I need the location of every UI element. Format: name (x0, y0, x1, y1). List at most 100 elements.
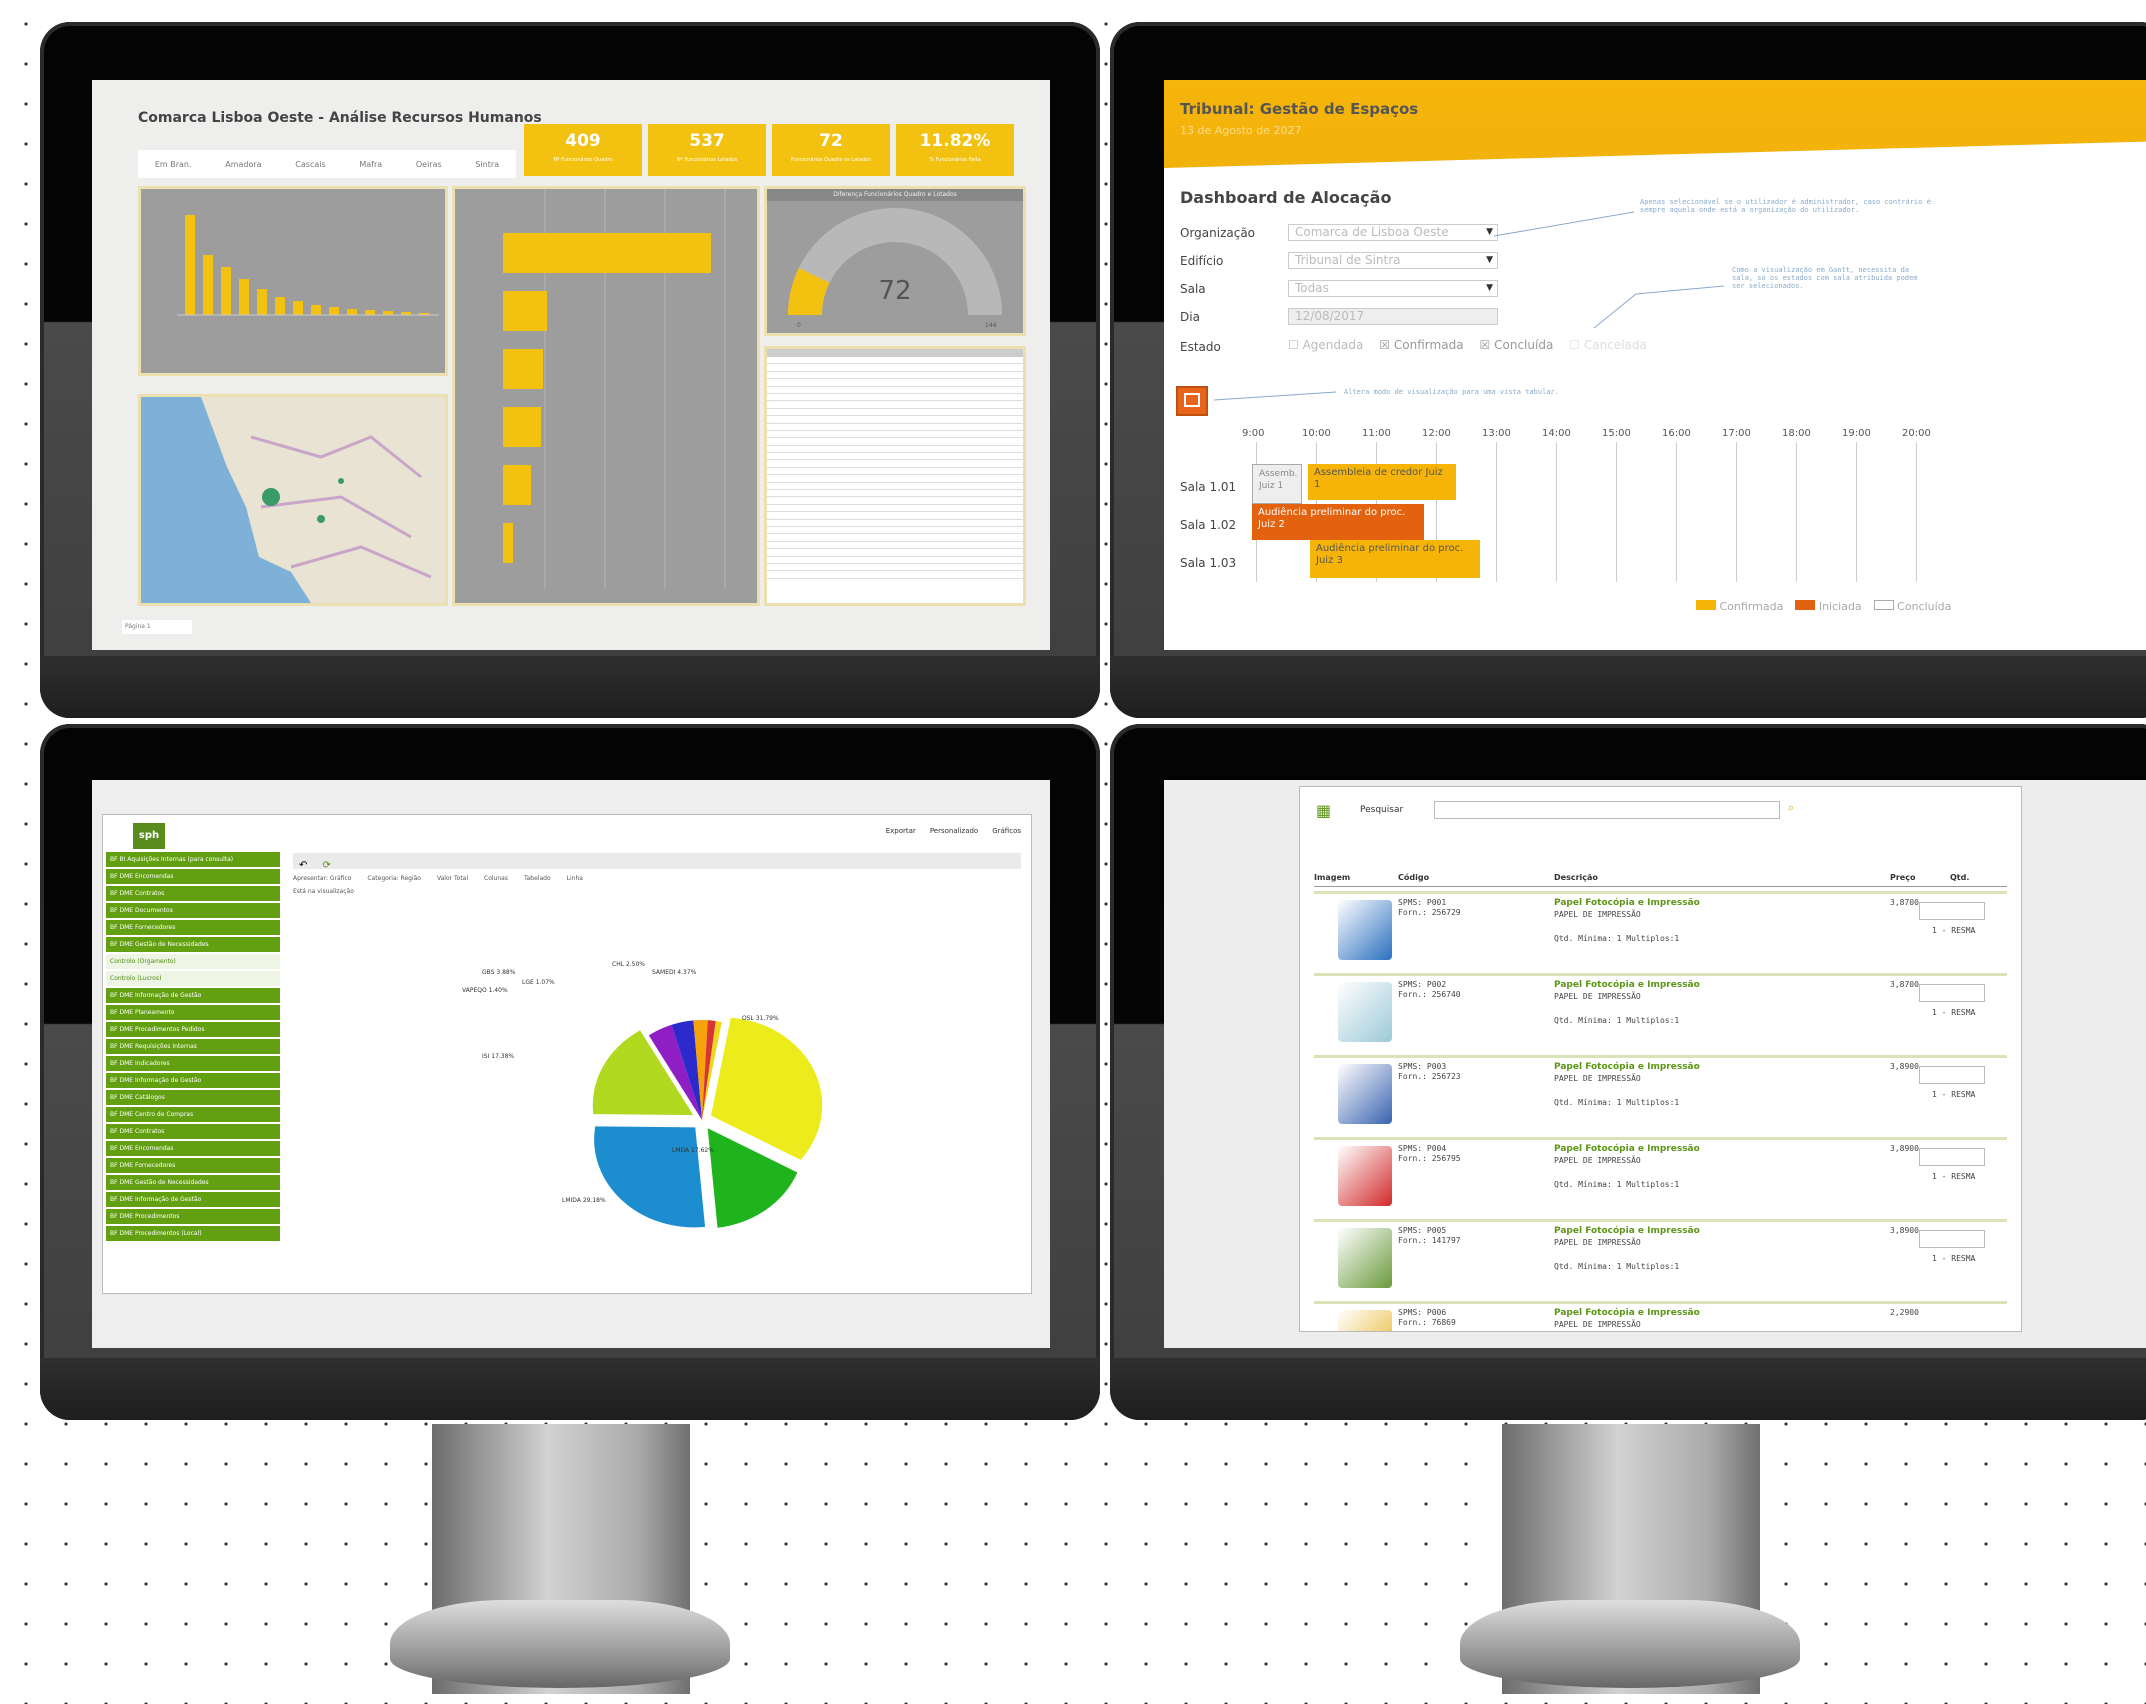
table-row[interactable] (767, 364, 1023, 372)
tab-region[interactable]: Em Bran. (155, 160, 192, 169)
table-row[interactable] (767, 409, 1023, 417)
table-row[interactable]: SPMS: P003 Forn.: 256723 Papel Fotocópia … (1314, 1055, 2007, 1137)
table-row[interactable]: SPMS: P005 Forn.: 141797 Papel Fotocópia … (1314, 1219, 2007, 1301)
menu-item[interactable]: BF DME Catálogos (106, 1090, 280, 1105)
search-input[interactable] (1434, 801, 1780, 819)
table-view-button[interactable] (1176, 386, 1208, 416)
menu-item[interactable]: BF DME Informação de Gestão (106, 1073, 280, 1088)
menu-item[interactable]: BF DME Encomendas (106, 1141, 280, 1156)
filter-item[interactable]: Linha (567, 875, 583, 882)
quantity-input[interactable] (1919, 984, 1985, 1002)
table-row[interactable] (767, 542, 1023, 550)
menu-item[interactable]: Controlo (Orgamento) (106, 954, 280, 969)
employee-table[interactable] (764, 346, 1026, 606)
menu-item[interactable]: BF DME Indicadores (106, 1056, 280, 1071)
table-row[interactable] (767, 453, 1023, 461)
menu-item[interactable]: BF DME Gestão de Necessidades (106, 937, 280, 952)
table-row[interactable] (767, 520, 1023, 527)
table-row[interactable] (767, 571, 1023, 579)
table-row[interactable] (767, 483, 1023, 491)
table-row[interactable] (767, 431, 1023, 439)
menu-item[interactable]: BF DME Documentos (106, 903, 280, 918)
table-row[interactable] (767, 372, 1023, 380)
menu-item[interactable]: BF DME Requisições Internas (106, 1039, 280, 1054)
table-row[interactable] (767, 505, 1023, 513)
menu-item[interactable]: BF DME Encomendas (106, 869, 280, 884)
menu-item[interactable]: BF DME Informação de Gestão (106, 1192, 280, 1207)
export-button[interactable]: Exportar (886, 827, 916, 835)
custom-button[interactable]: Personalizado (930, 827, 978, 835)
tab-region[interactable]: Amadora (225, 160, 261, 169)
filter-item[interactable]: Colunas (484, 875, 508, 882)
pie-slice[interactable] (594, 1126, 706, 1228)
table-row[interactable] (767, 416, 1023, 424)
menu-item[interactable]: BF DME Contratos (106, 1124, 280, 1139)
map-panel[interactable] (138, 394, 448, 606)
menu-item[interactable]: BF DME Gestão de Necessidades (106, 1175, 280, 1190)
menu-item[interactable]: Controlo (Lucros) (106, 971, 280, 986)
gauge-panel[interactable]: Diferença Funcionários Quadro e Lotados … (764, 186, 1026, 336)
table-row[interactable] (767, 424, 1023, 431)
horizontal-bar-panel[interactable] (452, 186, 760, 606)
menu-item[interactable]: BF DME Centro de Compras (106, 1107, 280, 1122)
search-icon[interactable]: ⌕ (1788, 801, 1794, 815)
menu-item[interactable]: BF DME Contratos (106, 886, 280, 901)
quantity-input[interactable] (1919, 1148, 1985, 1166)
table-row[interactable] (767, 468, 1023, 476)
charts-button[interactable]: Gráficos (992, 827, 1021, 835)
gantt-bar[interactable]: Assembleia de credor Juiz 1 (1308, 464, 1456, 500)
table-row[interactable]: SPMS: P004 Forn.: 256795 Papel Fotocópia … (1314, 1137, 2007, 1219)
menu-item[interactable]: BF DME Planeamento (106, 1005, 280, 1020)
product-title[interactable]: Papel Fotocópia e Impressão (1554, 1226, 1700, 1237)
quantity-input[interactable] (1919, 902, 1985, 920)
table-row[interactable] (767, 564, 1023, 572)
table-row[interactable] (767, 438, 1023, 446)
product-title[interactable]: Papel Fotocópia e Impressão (1554, 1062, 1700, 1073)
tab-region[interactable]: Oeiras (416, 160, 442, 169)
table-row[interactable] (767, 549, 1023, 557)
table-row[interactable] (767, 490, 1023, 498)
product-title[interactable]: Papel Fotocópia e Impressão (1554, 1144, 1700, 1155)
refresh-icon[interactable]: ⟳ (322, 860, 330, 871)
filter-item[interactable]: Apresentar: Gráfico (293, 875, 351, 882)
table-row[interactable] (767, 460, 1023, 468)
back-icon[interactable]: ↶ (299, 860, 307, 871)
table-row[interactable] (767, 527, 1023, 535)
filter-item[interactable]: Categoria: Região (367, 875, 421, 882)
product-title[interactable]: Papel Fotocópia e Impressão (1554, 980, 1700, 991)
table-row[interactable] (767, 534, 1023, 542)
table-row[interactable]: SPMS: P006 Forn.: 76869 Papel Fotocópia e… (1314, 1301, 2007, 1331)
table-row[interactable] (767, 497, 1023, 505)
table-row[interactable] (767, 557, 1023, 564)
table-row[interactable] (767, 394, 1023, 402)
product-title[interactable]: Papel Fotocópia e Impressão (1554, 898, 1700, 909)
gantt-bar[interactable]: Assemb. Juiz 1 (1252, 464, 1302, 504)
menu-item[interactable]: BF DME Procedimentos Pedidos (106, 1022, 280, 1037)
page-tab[interactable]: Página 1 (122, 620, 192, 634)
quantity-input[interactable] (1919, 1066, 1985, 1084)
tab-region[interactable]: Sintra (475, 160, 499, 169)
menu-item[interactable]: BF BI Aquisições Internas (para consulta… (106, 852, 280, 867)
table-row[interactable] (767, 446, 1023, 454)
filter-item[interactable]: Valor Total (437, 875, 468, 882)
menu-item[interactable]: BF DME Procedimentos (106, 1209, 280, 1224)
table-row[interactable] (767, 401, 1023, 409)
quantity-input[interactable] (1919, 1230, 1985, 1248)
filter-item[interactable]: Tabelado (524, 875, 551, 882)
gantt-bar[interactable]: Audiência preliminar do proc. Juiz 3 (1310, 540, 1480, 578)
table-row[interactable] (767, 387, 1023, 394)
table-row[interactable] (767, 512, 1023, 520)
table-row[interactable] (767, 475, 1023, 483)
product-title[interactable]: Papel Fotocópia e Impressão (1554, 1308, 1700, 1319)
menu-item[interactable]: BF DME Fornecedores (106, 920, 280, 935)
tab-region[interactable]: Mafra (359, 160, 382, 169)
menu-item[interactable]: BF DME Informação de Gestão (106, 988, 280, 1003)
menu-item[interactable]: BF DME Procedimentos (Local) (106, 1226, 280, 1241)
table-row[interactable]: SPMS: P001 Forn.: 256729 Papel Fotocópia … (1314, 891, 2007, 973)
bar-chart-panel[interactable] (138, 186, 448, 376)
table-row[interactable] (767, 357, 1023, 365)
tab-region[interactable]: Cascais (295, 160, 325, 169)
gantt-bar[interactable]: Audiência preliminar do proc. Juiz 2 (1252, 504, 1424, 540)
table-row[interactable]: SPMS: P002 Forn.: 256740 Papel Fotocópia … (1314, 973, 2007, 1055)
menu-item[interactable]: BF DME Fornecedores (106, 1158, 280, 1173)
